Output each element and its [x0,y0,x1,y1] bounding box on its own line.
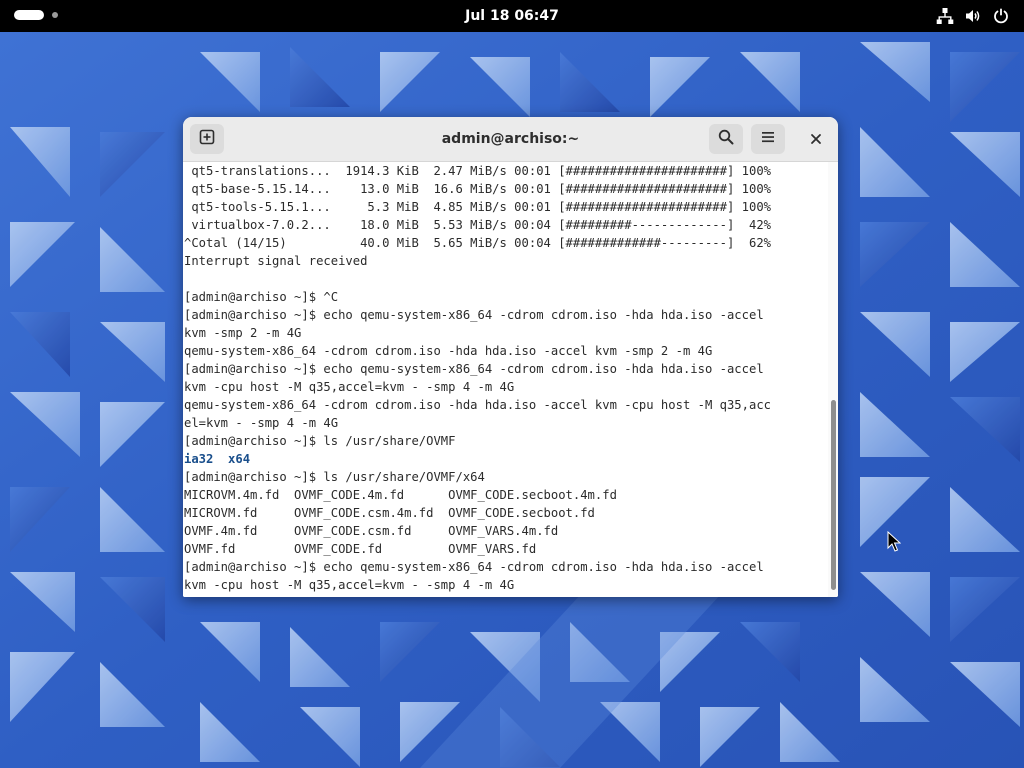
hamburger-menu-icon [760,129,776,149]
network-icon[interactable] [936,6,954,26]
new-tab-button[interactable] [190,124,224,154]
terminal-line: qt5-base-5.15.14... 13.0 MiB 16.6 MiB/s … [184,182,771,196]
scrollbar-thumb[interactable] [831,400,836,590]
workspace-indicator-inactive [52,12,58,18]
terminal-scrollbar[interactable] [828,162,838,597]
terminal-line: [admin@archiso ~]$ echo qemu-system-x86_… [184,308,764,322]
terminal-line: MICROVM.4m.fd OVMF_CODE.4m.fd OVMF_CODE.… [184,488,617,502]
system-tray[interactable] [936,6,1010,26]
terminal-line: qemu-system-x86_64 -cdrom cdrom.iso -hda… [184,398,771,412]
terminal-line: [admin@archiso ~]$ echo qemu-system-x86_… [184,560,764,574]
new-tab-icon [199,129,215,149]
terminal-line: [admin@archiso ~]$ ls /usr/share/OVMF [184,434,456,448]
terminal-line: [admin@archiso ~]$ ^C [184,290,339,304]
window-header[interactable]: admin@archiso:~ [183,117,838,162]
power-icon[interactable] [992,6,1010,26]
terminal-window[interactable]: admin@archiso:~ qt5-translations... 1914… [183,117,838,597]
terminal-line: [admin@archiso ~]$ ls /usr/share/OVMF/x6… [184,470,485,484]
volume-icon[interactable] [964,6,982,26]
workspace-indicator-active [14,10,44,20]
clock-container: Jul 18 06:47 [0,0,1024,32]
terminal-line: kvm -cpu host -M q35,accel=kvm - -smp 4 … [184,380,515,394]
terminal-output[interactable]: qt5-translations... 1914.3 KiB 2.47 MiB/… [183,162,828,597]
top-bar: Jul 18 06:47 [0,0,1024,32]
terminal-line-directories: ia32 x64 [184,452,251,466]
mouse-pointer-icon [887,530,902,553]
activities-button[interactable] [14,10,58,20]
terminal-line: virtualbox-7.0.2... 18.0 MiB 5.53 MiB/s … [184,218,771,232]
search-button[interactable] [709,124,743,154]
terminal-line: Interrupt signal received [184,254,368,268]
search-icon [718,129,734,149]
terminal-line: kvm -cpu host -M q35,accel=kvm - -smp 4 … [184,578,515,592]
clock[interactable]: Jul 18 06:47 [465,8,559,24]
close-icon [810,130,822,149]
terminal-line: el=kvm - -smp 4 -m 4G [184,416,339,430]
terminal-line: OVMF.fd OVMF_CODE.fd OVMF_VARS.fd [184,542,537,556]
menu-button[interactable] [751,124,785,154]
close-button[interactable] [804,127,828,151]
terminal-line: kvm -smp 2 -m 4G [184,326,302,340]
terminal-line: qemu-system-x86_64 -cdrom cdrom.iso -hda… [184,344,713,358]
terminal-line: qt5-tools-5.15.1... 5.3 MiB 4.85 MiB/s 0… [184,200,771,214]
terminal-line: MICROVM.fd OVMF_CODE.csm.4m.fd OVMF_CODE… [184,506,595,520]
terminal-line: OVMF.4m.fd OVMF_CODE.csm.fd OVMF_VARS.4m… [184,524,559,538]
terminal-line: [admin@archiso ~]$ echo qemu-system-x86_… [184,362,764,376]
terminal-line: qt5-translations... 1914.3 KiB 2.47 MiB/… [184,164,771,178]
terminal-line: ^Cotal (14/15) 40.0 MiB 5.65 MiB/s 00:04… [184,236,771,250]
